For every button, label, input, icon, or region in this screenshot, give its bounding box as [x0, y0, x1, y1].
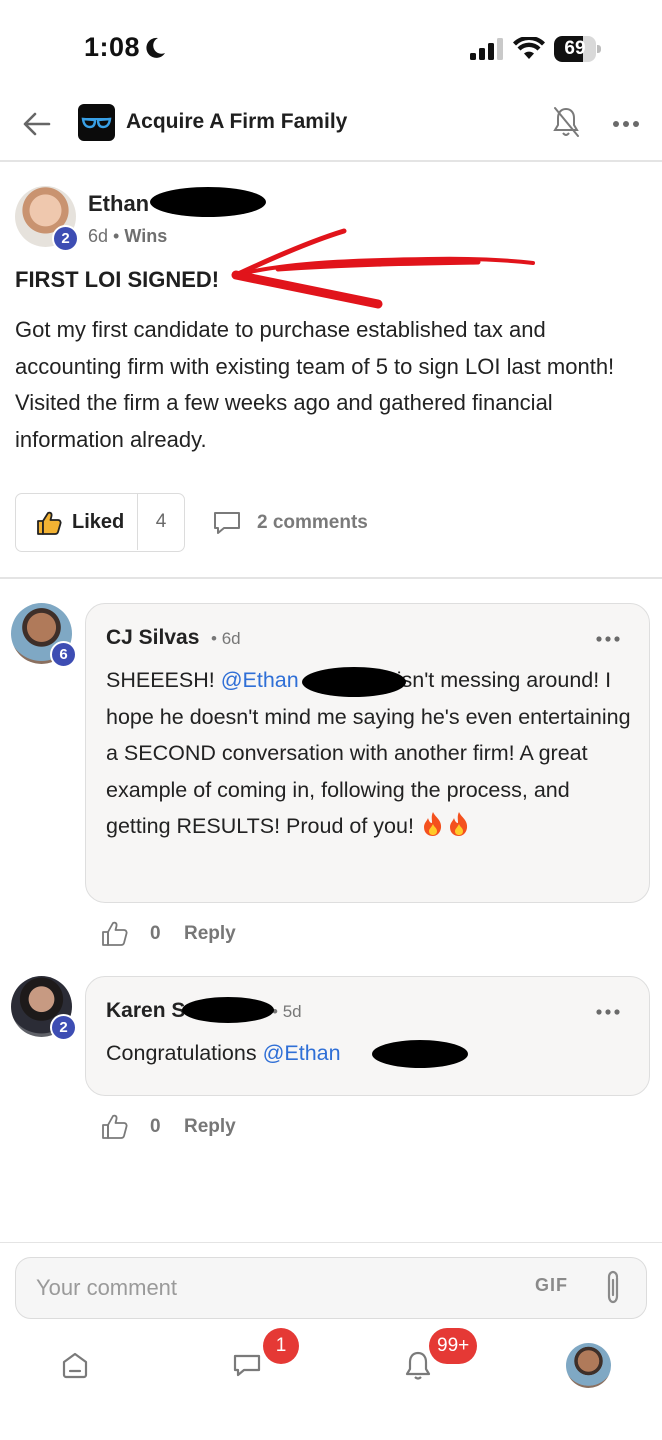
mention-link[interactable]: @Ethan [221, 668, 299, 692]
comment-more-icon[interactable] [596, 635, 620, 643]
home-icon [62, 1352, 88, 1379]
comments-link[interactable]: 2 comments [212, 508, 392, 538]
wifi-icon [513, 37, 545, 59]
comment-actions: 0 Reply [101, 919, 301, 949]
group-title[interactable]: Acquire A Firm Family [126, 110, 347, 134]
redaction-mark [302, 667, 406, 697]
comment-like-count: 0 [150, 1116, 161, 1137]
bottom-bar: GIF [0, 1242, 662, 1440]
messages-badge: 1 [263, 1328, 299, 1364]
moon-icon [146, 37, 165, 58]
comment-card: Karen S • 5d Congratulations @Ethan [85, 976, 650, 1096]
redaction-mark [182, 997, 274, 1023]
comments-count-label: 2 comments [257, 512, 368, 533]
post-age: 6d [88, 226, 109, 246]
glasses-logo-icon [81, 117, 112, 129]
red-arrow-annotation [231, 228, 535, 309]
meta-separator: • [113, 226, 120, 246]
comment-like-count: 0 [150, 923, 161, 944]
comment-bubble-icon [214, 512, 240, 534]
fire-emoji-icon [423, 812, 442, 836]
bell-off-icon[interactable] [552, 106, 580, 138]
mention-link[interactable]: @Ethan [263, 1041, 341, 1065]
paperclip-icon[interactable] [602, 1269, 624, 1307]
author-level-badge: 2 [52, 225, 79, 252]
comment-text: Congratulations @Ethan [106, 1041, 341, 1065]
bell-icon [405, 1351, 431, 1380]
post-category[interactable]: Wins [124, 226, 167, 246]
commenter-level-badge: 2 [50, 1014, 77, 1041]
redaction-mark [150, 187, 266, 217]
comment-age: • 5d [272, 1002, 302, 1021]
battery-level-text: 69 [564, 38, 586, 59]
comment-more-icon[interactable] [596, 1008, 620, 1016]
comment-card: CJ Silvas • 6d SHEEESH! @Ethan isn't mess… [85, 603, 650, 903]
tab-profile-avatar[interactable] [566, 1343, 611, 1388]
commenter-name[interactable]: CJ Silvas [106, 626, 199, 650]
back-arrow-icon[interactable] [22, 110, 52, 138]
notifications-badge: 99+ [429, 1328, 478, 1364]
like-label: Liked [72, 511, 125, 533]
post-body: Got my first candidate to purchase estab… [15, 317, 615, 452]
signal-icon [470, 38, 503, 60]
tab-messages[interactable] [224, 1342, 268, 1386]
like-toggle[interactable]: Liked [16, 494, 138, 550]
like-button[interactable]: Liked 4 [15, 493, 185, 552]
battery-icon: 69 [554, 36, 601, 62]
status-bar: 1:08 69 [0, 0, 662, 96]
commenter-level-badge: 6 [50, 641, 77, 668]
post-title: FIRST LOI SIGNED! [15, 267, 220, 292]
fire-emoji-icon [449, 812, 468, 836]
comment-age: • 6d [211, 629, 241, 648]
reply-button[interactable]: Reply [184, 923, 236, 945]
gif-button[interactable]: GIF [535, 1275, 568, 1296]
more-horizontal-icon[interactable] [612, 120, 640, 128]
redaction-mark [372, 1040, 468, 1068]
commenter-name[interactable]: Karen S [106, 999, 185, 1023]
section-divider [0, 577, 662, 579]
group-logo[interactable] [78, 104, 115, 141]
tab-home[interactable] [52, 1342, 96, 1386]
status-time: 1:08 [84, 32, 141, 62]
like-count[interactable]: 4 [138, 494, 184, 550]
post-meta: 6d • Wins [88, 226, 167, 247]
thumbs-up-icon [37, 511, 62, 535]
comment-actions: 0 Reply [101, 1112, 301, 1142]
thumbs-up-outline-icon[interactable] [101, 1114, 128, 1139]
app-header: Acquire A Firm Family [0, 96, 662, 162]
chat-icon [233, 1354, 261, 1377]
author-name[interactable]: Ethan [88, 191, 149, 217]
reply-button[interactable]: Reply [184, 1116, 236, 1138]
thumbs-up-outline-icon[interactable] [101, 921, 128, 946]
